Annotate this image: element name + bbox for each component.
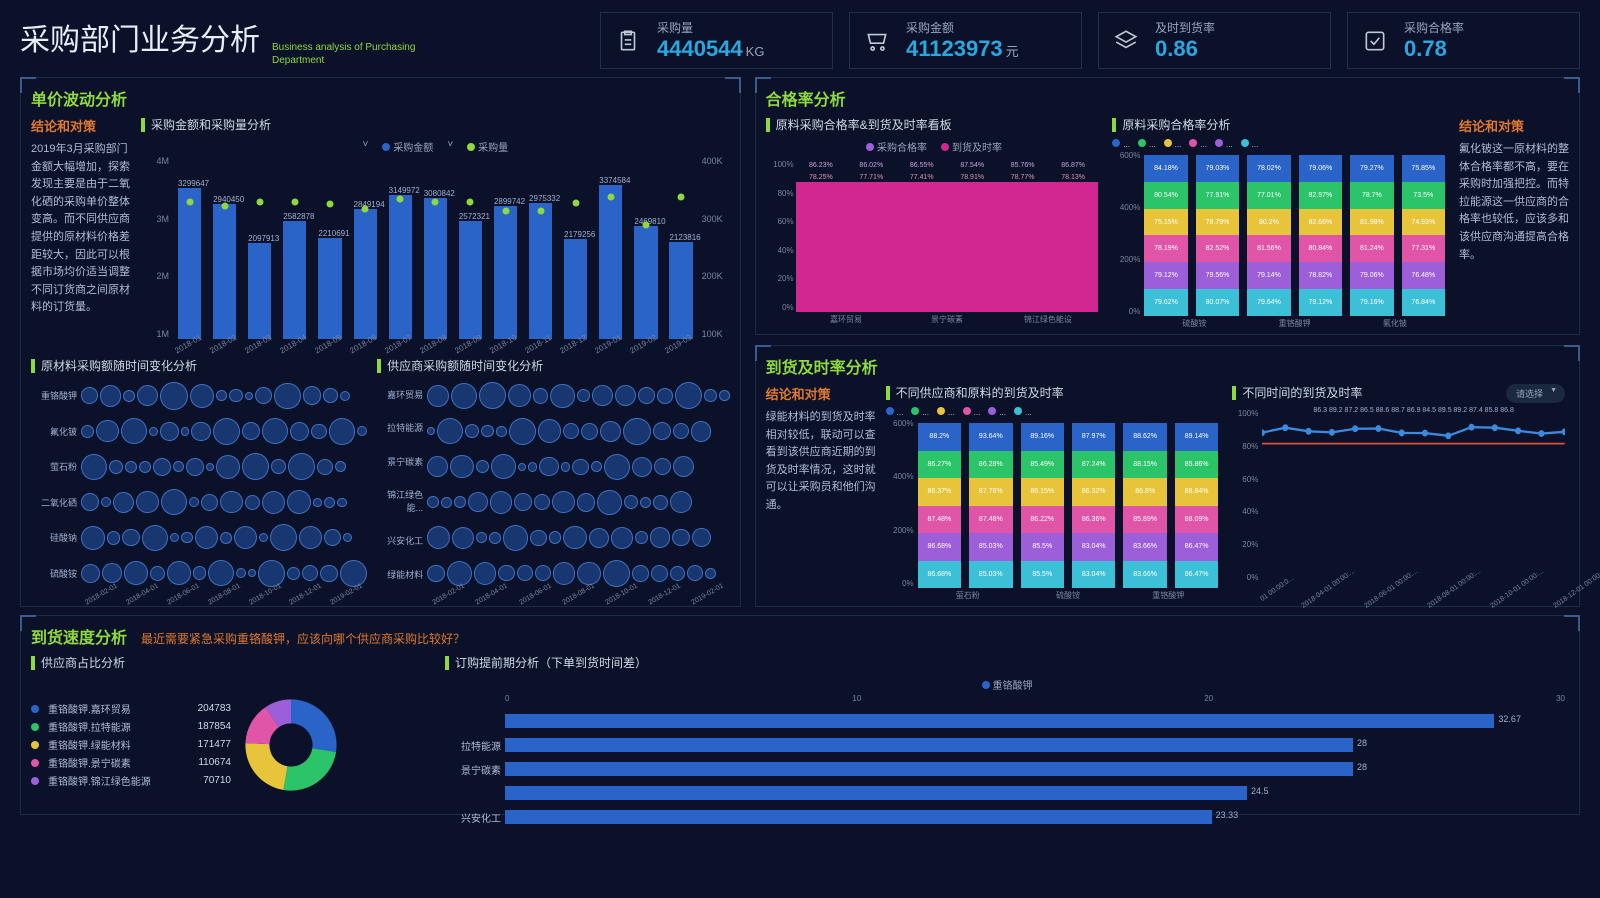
accent-bar-icon xyxy=(445,656,449,670)
chart-plot: 100%80%60%40%20%0% 86.23%86.02%86.55%87.… xyxy=(766,160,1103,330)
dot-icon xyxy=(982,681,990,689)
check-icon xyxy=(1360,26,1390,56)
line-chart-arrival[interactable]: 不同时间的到货及时率 请选择 100%80%60%40%20%0% 86.3 8… xyxy=(1232,384,1569,606)
dot-icon xyxy=(941,143,949,151)
chart-title: 不同时间的到货及时率 xyxy=(1242,384,1362,401)
kpi-label: 及时到货率 xyxy=(1155,19,1215,36)
question-text: 最近需要紧急采购重铬酸钾，应该向哪个供应商采购比较好？ xyxy=(141,630,465,647)
kpi-unit: 元 xyxy=(1006,44,1019,59)
layers-icon xyxy=(1111,26,1141,56)
chart-legend: 采购合格率 到货及时率 xyxy=(766,139,1103,154)
title-row: 到货速度分析 最近需要紧急采购重铬酸钾，应该向哪个供应商采购比较好？ xyxy=(31,624,1569,654)
section-price: 单价波动分析 结论和对策 2019年3月采购部门金额大幅增加，探索发现主要是由于… xyxy=(20,77,741,607)
page-subtitle: Business analysis of Purchasing Departme… xyxy=(272,41,422,67)
hbar-panel[interactable]: 订购提前期分析（下单到货时间差） 重铬酸钾 0102030 32.67拉特能源2… xyxy=(445,654,1569,814)
chart-title: 不同供应商和原料的到货及时率 xyxy=(896,384,1064,401)
chart-title: 原料采购合格率&到货及时率看板 xyxy=(776,116,952,133)
accent-bar-icon xyxy=(1112,118,1116,132)
conclusion-panel: 结论和对策 氟化铍这一原材料的整体合格率都不高，要在采购时加强把控。而特拉能源这… xyxy=(1459,116,1569,334)
clipboard-icon xyxy=(613,26,643,56)
conclusion-title: 结论和对策 xyxy=(766,384,876,403)
dashboard: 采购部门业务分析 Business analysis of Purchasing… xyxy=(0,0,1600,827)
legend-label: 采购量 xyxy=(478,143,508,154)
kpi-value: 0.86 xyxy=(1155,36,1215,62)
column-right: 合格率分析 原料采购合格率&到货及时率看板 采购合格率 到货及时率 100%80… xyxy=(755,77,1580,607)
kpi-value: 4440544 xyxy=(657,36,743,61)
section-title: 单价波动分析 xyxy=(31,86,730,110)
kpi-value: 41123973 xyxy=(906,36,1003,61)
section-arrival: 到货及时率分析 结论和对策 绿能材料的到货及时率相对较低，联动可以查看到该供应商… xyxy=(755,345,1580,607)
conclusion-panel: 结论和对策 2019年3月采购部门金额大幅增加，探索发现主要是由于二氧化硒的采购… xyxy=(31,116,131,357)
kpi-label: 采购金额 xyxy=(906,19,1019,36)
chart-title: 采购金额和采购量分析 xyxy=(151,116,271,133)
kpi-label: 采购合格率 xyxy=(1404,19,1464,36)
dot-icon xyxy=(467,143,475,151)
chart-plot: 600%400%200%0% 硫酸铵重铬酸钾氟化铍 84.18%80.54%75… xyxy=(1112,151,1449,334)
kpi-row: 采购量4440544KG 采购金额41123973元 及时到货率0.86 采购合… xyxy=(600,12,1580,69)
pie-legend: 重铬酸钾.嘉环贸易204783重铬酸钾.拉特能源187854重铬酸钾.绿能材料1… xyxy=(31,698,231,791)
line-top-labels: 86.3 89.2 87.2 86.5 88.6 88.7 86.9 84.5 … xyxy=(1262,407,1565,414)
chart-title: 原材料采购额随时间变化分析 xyxy=(41,357,197,374)
conclusion-text: 绿能材料的到货及时率相对较低，联动可以查看到该供应商近期的到货及时率情况，这时就… xyxy=(766,409,876,515)
chart-title: 原料采购合格率分析 xyxy=(1122,116,1230,133)
pie-panel[interactable]: 供应商占比分析 重铬酸钾.嘉环贸易204783重铬酸钾.拉特能源187854重铬… xyxy=(31,654,431,814)
dot-icon xyxy=(866,143,874,151)
kpi-amount: 采购金额41123973元 xyxy=(849,12,1082,69)
conclusion-title: 结论和对策 xyxy=(31,116,131,135)
cart-icon xyxy=(862,26,892,56)
section-title: 合格率分析 xyxy=(766,86,1569,110)
legend-label: 采购合格率 xyxy=(877,143,927,154)
chart-title: 供应商占比分析 xyxy=(41,654,125,671)
chart-legend: 重铬酸钾 xyxy=(445,677,1569,692)
legend-label: 到货及时率 xyxy=(952,143,1002,154)
dot-icon xyxy=(382,143,390,151)
area-chart[interactable]: 原料采购合格率&到货及时率看板 采购合格率 到货及时率 100%80%60%40… xyxy=(766,116,1103,334)
kpi-value: 0.78 xyxy=(1404,36,1464,62)
accent-bar-icon xyxy=(1232,386,1236,400)
accent-bar-icon xyxy=(766,118,770,132)
kpi-label: 采购量 xyxy=(657,19,764,36)
title-block: 采购部门业务分析 Business analysis of Purchasing… xyxy=(20,15,580,67)
accent-bar-icon xyxy=(31,359,35,373)
dropdown-select[interactable]: 请选择 xyxy=(1506,384,1565,403)
chart-legend: ˅ 采购金额 ˅ 采购量 xyxy=(141,139,730,154)
kpi-unit: KG xyxy=(746,44,765,59)
kpi-ontime: 及时到货率0.86 xyxy=(1098,12,1331,69)
stack-chart-quality[interactable]: 原料采购合格率分析 .................. 600%400%200… xyxy=(1112,116,1449,334)
stack-chart-arrival[interactable]: 不同供应商和原料的到货及时率 .................. 600%40… xyxy=(886,384,1223,606)
kpi-qualrate: 采购合格率0.78 xyxy=(1347,12,1580,69)
conclusion-text: 氟化铍这一原材料的整体合格率都不高，要在采购时加强把控。而特拉能源这一供应商的合… xyxy=(1459,141,1569,264)
accent-bar-icon xyxy=(31,656,35,670)
column-left: 单价波动分析 结论和对策 2019年3月采购部门金额大幅增加，探索发现主要是由于… xyxy=(20,77,741,607)
chart-plot: 600%400%200%0% 萤石粉硫酸铵重铬酸钾 88.2%86.27%86.… xyxy=(886,419,1223,606)
bubble-row: 原材料采购额随时间变化分析 重铬酸钾氟化铍萤石粉二氧化硒硅酸钠硫酸铵 2018-… xyxy=(31,357,730,598)
body: 单价波动分析 结论和对策 2019年3月采购部门金额大幅增加，探索发现主要是由于… xyxy=(20,77,1580,607)
conclusion-title: 结论和对策 xyxy=(1459,116,1569,135)
accent-bar-icon xyxy=(141,118,145,132)
legend-label: 采购金额 xyxy=(393,143,433,154)
legend-label: 重铬酸钾 xyxy=(993,681,1033,692)
page-title: 采购部门业务分析 xyxy=(20,15,260,59)
accent-bar-icon xyxy=(377,359,381,373)
bubble-chart-supplier[interactable]: 供应商采购额随时间变化分析 嘉环贸易拉特能源景宁碳素锦江绿色能...兴安化工绿能… xyxy=(377,357,730,598)
bubble-chart-material[interactable]: 原材料采购额随时间变化分析 重铬酸钾氟化铍萤石粉二氧化硒硅酸钠硫酸铵 2018-… xyxy=(31,357,367,598)
accent-bar-icon xyxy=(886,386,890,400)
conclusion-panel: 结论和对策 绿能材料的到货及时率相对较低，联动可以查看到该供应商近期的到货及时率… xyxy=(766,384,876,606)
section-title: 到货及时率分析 xyxy=(766,354,1569,378)
section-speed: 到货速度分析 最近需要紧急采购重铬酸钾，应该向哪个供应商采购比较好？ 供应商占比… xyxy=(20,615,1580,815)
header: 采购部门业务分析 Business analysis of Purchasing… xyxy=(20,12,1580,69)
chart-plot: 4M3M2M1M 400K300K200K100K 32996472940450… xyxy=(141,156,730,357)
pie-chart xyxy=(231,685,351,805)
bar-line-chart[interactable]: 采购金额和采购量分析 ˅ 采购金额 ˅ 采购量 4M3M2M1M 400K300… xyxy=(141,116,730,357)
chart-plot: 100%80%60%40%20%0% 86.3 89.2 87.2 86.5 8… xyxy=(1232,405,1569,606)
kpi-volume: 采购量4440544KG xyxy=(600,12,833,69)
area-fill xyxy=(796,182,1099,312)
price-row1: 结论和对策 2019年3月采购部门金额大幅增加，探索发现主要是由于二氧化硒的采购… xyxy=(31,116,730,357)
chart-title: 订购提前期分析（下单到货时间差） xyxy=(455,654,647,671)
conclusion-text: 2019年3月采购部门金额大幅增加，探索发现主要是由于二氧化硒的采购单价整体变高… xyxy=(31,141,131,317)
section-title: 到货速度分析 xyxy=(31,624,127,648)
chart-plot: 0102030 32.67拉特能源28景宁碳素2824.5兴安化工23.33 xyxy=(445,694,1569,834)
section-quality: 合格率分析 原料采购合格率&到货及时率看板 采购合格率 到货及时率 100%80… xyxy=(755,77,1580,335)
